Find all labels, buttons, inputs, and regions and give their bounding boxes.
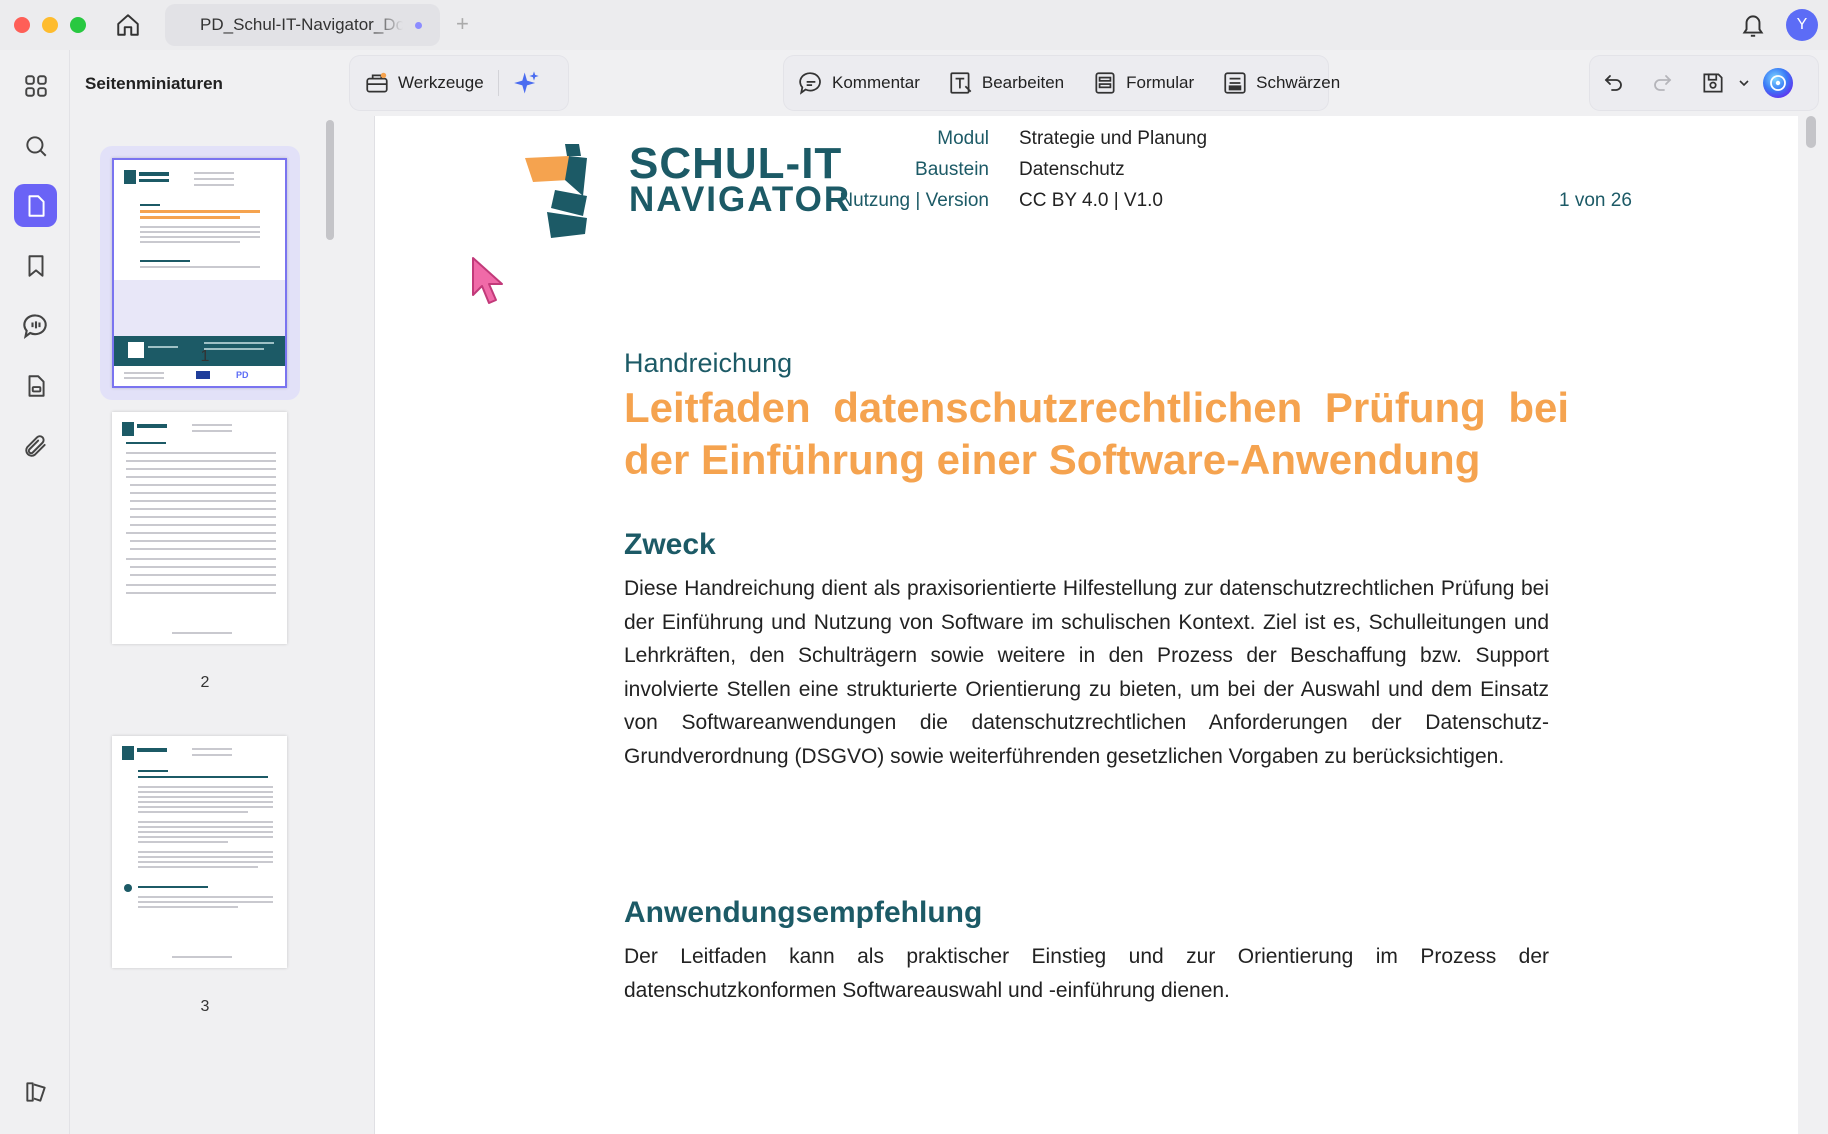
- comment-mode-button[interactable]: Kommentar: [784, 56, 934, 110]
- undo-button[interactable]: [1590, 56, 1638, 110]
- document-tab[interactable]: PD_Schul-IT-Navigator_Do: [165, 4, 440, 46]
- mouse-pointer-icon: [472, 257, 503, 304]
- meta-value-version: CC BY 4.0 | V1.0: [1019, 190, 1163, 211]
- main-toolbar: Werkzeuge Kommentar Bearbeiten Formular …: [340, 50, 1828, 116]
- chevron-down-icon: [1739, 80, 1749, 87]
- thumbnail-label-3: 3: [200, 998, 210, 1015]
- edit-mode-button[interactable]: Bearbeiten: [934, 56, 1078, 110]
- ai-chat-button[interactable]: [1756, 56, 1800, 110]
- bell-icon: [1742, 15, 1764, 37]
- document-viewport: SCHUL-IT NAVIGATOR Modul Strategie und P…: [340, 116, 1828, 1134]
- redo-button[interactable]: [1638, 56, 1686, 110]
- thumbnail-pd-logo: PD: [236, 370, 249, 380]
- unsaved-dot-icon: [415, 21, 422, 29]
- document-box-icon: [28, 374, 45, 397]
- section-heading-zweck: Zweck: [624, 528, 716, 561]
- rail-search-button[interactable]: [14, 124, 57, 167]
- bookmark-icon: [28, 254, 43, 277]
- redact-icon: [1224, 72, 1246, 94]
- grid-icon: [24, 74, 47, 97]
- save-button[interactable]: [1686, 56, 1732, 110]
- user-avatar[interactable]: Y: [1786, 9, 1818, 41]
- ai-orb-icon: [1763, 68, 1793, 98]
- save-icon: [1703, 73, 1723, 93]
- toolbox-icon: [366, 72, 388, 93]
- new-tab-button[interactable]: +: [456, 11, 469, 37]
- rail-all-tools-button[interactable]: [14, 64, 57, 107]
- tools-label: Werkzeuge: [398, 73, 484, 92]
- comment-icon: [799, 72, 821, 95]
- rail-comments-button[interactable]: [14, 304, 57, 347]
- home-icon: [117, 14, 139, 36]
- undo-icon: [1604, 75, 1622, 91]
- layers-book-icon: [25, 1081, 46, 1102]
- rail-thumbnails-button[interactable]: [14, 184, 57, 227]
- tools-group: Werkzeuge: [350, 56, 568, 110]
- page-count: 1 von 26: [1559, 190, 1632, 211]
- document-scrollbar[interactable]: [1806, 116, 1816, 148]
- thumbnail-scrollbar[interactable]: [326, 120, 334, 240]
- schul-it-navigator-logo: [525, 144, 587, 238]
- rail-layers-button[interactable]: [14, 1070, 57, 1113]
- save-options-dropdown[interactable]: [1732, 56, 1756, 110]
- redact-mode-button[interactable]: Schwärzen: [1208, 56, 1354, 110]
- section-body-anwendungsempfehlung: Der Leitfaden kann als praktischer Einst…: [624, 945, 1549, 1002]
- pdf-page: SCHUL-IT NAVIGATOR Modul Strategie und P…: [374, 116, 1798, 1134]
- sparkle-icon: [513, 71, 539, 94]
- page-icon: [28, 194, 45, 217]
- thumbnail-label-2: 2: [200, 674, 210, 691]
- left-rail: [0, 50, 70, 1134]
- section-body-zweck: Diese Handreichung dient als praxisorien…: [624, 577, 1549, 768]
- meta-value-baustein: Datenschutz: [1019, 159, 1125, 180]
- edit-mode-label: Bearbeiten: [981, 73, 1065, 92]
- zoom-window-button[interactable]: [70, 17, 86, 33]
- edit-text-icon: [950, 72, 972, 94]
- thumbnail-page-2[interactable]: [112, 412, 287, 644]
- meta-label-version: Nutzung | Version: [839, 190, 989, 211]
- notifications-button[interactable]: [1740, 11, 1766, 44]
- actions-group: [1590, 56, 1818, 110]
- ai-assistant-button[interactable]: [499, 56, 555, 110]
- tab-title: PD_Schul-IT-Navigator_Do: [200, 15, 404, 34]
- thumbnail-panel-title: Seitenminiaturen: [85, 74, 223, 93]
- form-icon: [1095, 72, 1115, 94]
- minimize-window-button[interactable]: [42, 17, 58, 33]
- document-title: Leitfaden datenschutzrechtlichen Prüfung…: [624, 384, 1569, 483]
- comment-mode-label: Kommentar: [832, 73, 920, 92]
- thumbnail-page-3[interactable]: [112, 736, 287, 968]
- rail-attachments-button[interactable]: [14, 424, 57, 467]
- meta-value-modul: Strategie und Planung: [1019, 128, 1208, 149]
- close-window-button[interactable]: [14, 17, 30, 33]
- section-heading-anwendungsempfehlung: Anwendungsempfehlung: [624, 896, 983, 929]
- thumbnail-panel: Seitenminiaturen PD 1 2 3: [70, 50, 340, 1134]
- redo-icon: [1654, 75, 1672, 91]
- meta-label-modul: Modul: [937, 128, 989, 149]
- form-mode-button[interactable]: Formular: [1078, 56, 1208, 110]
- thumbnail-label-1: 1: [200, 348, 210, 365]
- document-kicker: Handreichung: [624, 348, 793, 378]
- comment-bubble-icon: [22, 313, 47, 339]
- meta-label-baustein: Baustein: [915, 159, 989, 180]
- tools-button[interactable]: Werkzeuge: [350, 56, 498, 110]
- mode-group: Kommentar Bearbeiten Formular Schwärzen: [784, 56, 1340, 110]
- search-icon: [25, 135, 46, 156]
- title-bar: PD_Schul-IT-Navigator_Do + Y: [0, 0, 1828, 50]
- rail-bookmarks-button[interactable]: [14, 244, 57, 287]
- paperclip-icon: [24, 434, 46, 457]
- form-mode-label: Formular: [1126, 73, 1195, 92]
- home-button[interactable]: [112, 9, 144, 41]
- rail-fields-button[interactable]: [14, 364, 57, 407]
- redact-mode-label: Schwärzen: [1256, 73, 1341, 92]
